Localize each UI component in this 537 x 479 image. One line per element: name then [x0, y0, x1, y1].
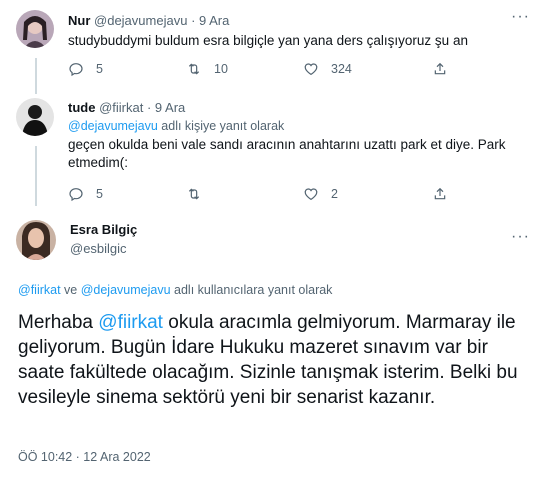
author-name[interactable]: Esra Bilgiç [70, 222, 137, 237]
retweet-icon [188, 188, 200, 200]
heart-icon [304, 188, 318, 201]
reply-button[interactable]: 5 [68, 61, 103, 77]
reply-button[interactable]: 5 [68, 186, 103, 202]
replying-to: @fiirkat ve @dejavumejavu adlı kullanıcı… [18, 283, 332, 297]
mention-link[interactable]: @fiirkat [98, 312, 163, 333]
reply-middle: ve [60, 283, 81, 297]
tweet-1[interactable]: Nur @dejavumejavu · 9 Ara ··· studybuddy… [0, 0, 537, 90]
like-count: 324 [331, 62, 352, 76]
share-button[interactable] [432, 61, 460, 77]
tweet-timestamp[interactable]: ÖÖ 10:42 · 12 Ara 2022 [18, 450, 151, 464]
tweet-time[interactable]: · 9 Ara [147, 100, 185, 115]
retweet-icon [188, 63, 200, 75]
reply-mention-link[interactable]: @fiirkat [18, 283, 61, 297]
reply-count: 5 [96, 62, 103, 76]
retweet-count: 10 [214, 62, 228, 76]
author-handle[interactable]: @esbilgic [70, 241, 127, 256]
reply-suffix: adlı kişiye yanıt olarak [157, 119, 285, 133]
avatar[interactable] [16, 98, 54, 136]
tweet-time[interactable]: · 9 Ara [191, 13, 229, 28]
like-button[interactable]: 2 [303, 186, 338, 202]
author-handle-line: @esbilgic [70, 241, 127, 256]
tweet-2[interactable]: tude @fiirkat · 9 Ara @dejavumejavu adlı… [0, 90, 537, 206]
reply-icon [69, 188, 83, 202]
author-handle[interactable]: @fiirkat [99, 100, 143, 115]
share-button[interactable] [432, 186, 460, 202]
author-handle[interactable]: @dejavumejavu [94, 13, 187, 28]
more-icon[interactable]: ··· [511, 8, 530, 26]
text-before-mention: Merhaba [18, 312, 99, 333]
retweet-button[interactable] [186, 186, 214, 202]
like-count: 2 [331, 187, 338, 201]
retweet-button[interactable]: 10 [186, 61, 228, 77]
author-name[interactable]: Nur [68, 13, 90, 28]
share-icon [434, 187, 446, 200]
replying-to: @dejavumejavu adlı kişiye yanıt olarak [68, 119, 284, 133]
author-line: Esra Bilgiç [70, 222, 137, 237]
tweet-actions: 5 10 324 [68, 61, 488, 79]
reply-suffix: adlı kullanıcılara yanıt olarak [170, 283, 333, 297]
more-icon[interactable]: ··· [511, 228, 530, 246]
author-line: tude @fiirkat · 9 Ara [68, 100, 185, 115]
tweet-text: studybuddymi buldum esra bilgiçle yan ya… [68, 33, 468, 48]
author-name[interactable]: tude [68, 100, 95, 115]
heart-icon [304, 63, 318, 76]
author-line: Nur @dejavumejavu · 9 Ara [68, 13, 229, 28]
tweet-text: geçen okulda beni vale sandı aracının an… [68, 137, 506, 170]
tweet-actions: 5 2 [68, 186, 488, 204]
share-icon [434, 62, 446, 75]
reply-mention-link[interactable]: @dejavumejavu [81, 283, 171, 297]
main-tweet-text: Merhaba @fiirkat okula aracımla gelmiyor… [18, 310, 528, 410]
like-button[interactable]: 324 [303, 61, 352, 77]
reply-icon [69, 63, 83, 77]
reply-mention-link[interactable]: @dejavumejavu [68, 119, 158, 133]
avatar[interactable] [16, 10, 54, 48]
avatar[interactable] [16, 220, 56, 260]
reply-count: 5 [96, 187, 103, 201]
